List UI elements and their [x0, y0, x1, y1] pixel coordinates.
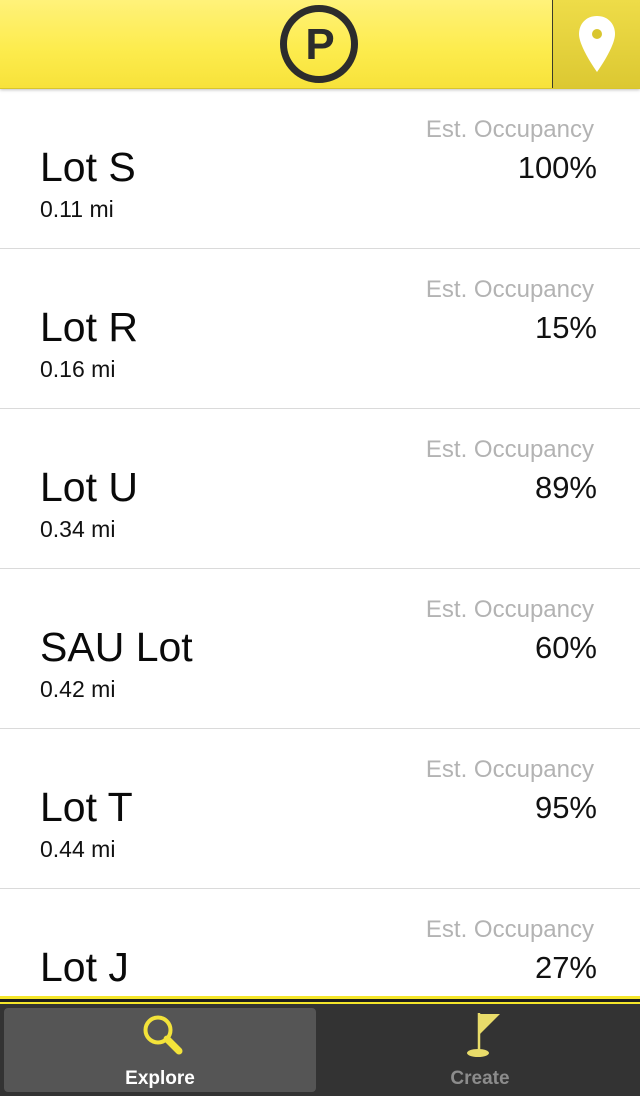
- lot-distance: 0.11 mi: [40, 196, 114, 222]
- occupancy-label: Est. Occupancy: [425, 756, 594, 783]
- lot-row[interactable]: Lot J Est. Occupancy 27%: [0, 889, 640, 997]
- lot-distance: 0.34 mi: [40, 516, 116, 542]
- flag-icon: [467, 1013, 500, 1057]
- lot-distance: 0.42 mi: [40, 676, 116, 702]
- map-pin-icon: [579, 16, 615, 72]
- lot-row[interactable]: Lot R 0.16 mi Est. Occupancy 15%: [0, 249, 640, 409]
- lot-name: SAU Lot: [40, 624, 193, 670]
- tab-explore[interactable]: Explore: [4, 1008, 316, 1092]
- occupancy-value: 95%: [534, 790, 597, 825]
- magnifier-icon: [143, 1015, 183, 1055]
- lot-row[interactable]: Lot T 0.44 mi Est. Occupancy 95%: [0, 729, 640, 889]
- occupancy-value: 27%: [534, 950, 597, 985]
- app-header: P: [0, 0, 640, 89]
- occupancy-label: Est. Occupancy: [425, 436, 594, 463]
- tab-bar: Explore Create: [0, 996, 640, 1096]
- lot-row[interactable]: Lot S 0.11 mi Est. Occupancy 100%: [0, 89, 640, 249]
- occupancy-label: Est. Occupancy: [425, 916, 594, 943]
- lot-name: Lot S: [40, 144, 136, 190]
- occupancy-label: Est. Occupancy: [425, 596, 594, 623]
- occupancy-value: 60%: [534, 630, 597, 665]
- lot-name: Lot J: [40, 944, 129, 990]
- lot-distance: 0.44 mi: [40, 836, 116, 862]
- tab-create[interactable]: Create: [324, 1008, 636, 1092]
- occupancy-value: 89%: [534, 470, 597, 505]
- parking-logo: P: [279, 4, 359, 84]
- lot-distance: 0.16 mi: [40, 356, 116, 382]
- lot-list[interactable]: Lot S 0.11 mi Est. Occupancy 100% Lot R …: [0, 89, 640, 997]
- lot-row[interactable]: SAU Lot 0.42 mi Est. Occupancy 60%: [0, 569, 640, 729]
- occupancy-value: 100%: [517, 150, 597, 185]
- location-button[interactable]: [552, 0, 640, 88]
- occupancy-label: Est. Occupancy: [425, 116, 594, 143]
- occupancy-label: Est. Occupancy: [425, 276, 594, 303]
- tab-explore-label: Explore: [125, 1068, 195, 1089]
- lot-row[interactable]: Lot U 0.34 mi Est. Occupancy 89%: [0, 409, 640, 569]
- lot-name: Lot T: [40, 784, 133, 830]
- tab-bar-stripe: [0, 1002, 640, 1004]
- tab-create-label: Create: [450, 1068, 510, 1089]
- lot-name: Lot U: [40, 464, 138, 510]
- occupancy-value: 15%: [534, 310, 597, 345]
- logo-letter: P: [305, 20, 334, 69]
- lot-name: Lot R: [40, 304, 138, 350]
